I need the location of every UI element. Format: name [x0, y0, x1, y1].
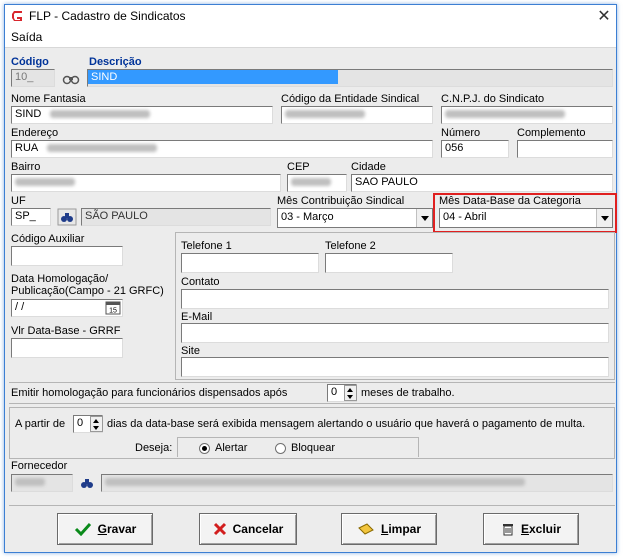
bairro-label: Bairro: [11, 161, 41, 173]
menu-bar: Saída: [5, 27, 616, 48]
cnpj-field[interactable]: [441, 106, 613, 124]
close-icon[interactable]: ✕: [595, 6, 613, 26]
data-homologacao-label-2: Publicação(Campo - 21 GRFC): [11, 285, 164, 297]
trash-icon: [502, 524, 513, 536]
limpar-label: Limpar: [380, 522, 422, 536]
mes-contribuicao-select[interactable]: 03 - Março: [277, 208, 433, 228]
redacted-text: [445, 110, 565, 119]
site-field[interactable]: [181, 357, 609, 377]
data-homologacao-label-1: Data Homologação/: [11, 273, 109, 285]
descricao-label: Descrição: [89, 56, 142, 68]
binoculars-icon[interactable]: [57, 208, 77, 226]
uf-label: UF: [11, 195, 26, 207]
checkmark-icon: [74, 522, 91, 536]
numero-label: Número: [441, 127, 481, 139]
alerta-prefix: A partir de: [15, 418, 66, 430]
fornecedor-label: Fornecedor: [11, 460, 68, 472]
homologacao-suffix: meses de trabalho.: [361, 387, 455, 399]
nome-fantasia-value: SIND: [15, 108, 42, 120]
bairro-field[interactable]: [11, 174, 281, 192]
highlight-box: [433, 193, 617, 233]
mes-contribuicao-value: 03 - Março: [281, 211, 334, 223]
numero-field[interactable]: 056: [441, 140, 509, 158]
redacted-text: [285, 110, 365, 119]
excluir-button[interactable]: Excluir: [483, 513, 579, 545]
calendar-icon[interactable]: 15: [105, 300, 121, 315]
codigo-entidade-field[interactable]: [281, 106, 433, 124]
codigo-entidade-label: Código da Entidade Sindical: [281, 93, 420, 105]
cep-field[interactable]: [287, 174, 347, 192]
redacted-text: [46, 144, 157, 153]
alerta-suffix: dias da data-base será exibida mensagem …: [107, 418, 586, 430]
site-label: Site: [181, 345, 200, 357]
codigo-field[interactable]: 10_: [11, 69, 55, 87]
cancelar-button[interactable]: Cancelar: [199, 513, 297, 545]
cancelar-label: Cancelar: [232, 522, 284, 536]
endereco-value: RUA: [15, 142, 38, 154]
uf-state-name-field: SÃO PAULO: [81, 208, 271, 226]
fornecedor-code-field[interactable]: [11, 474, 73, 492]
nome-fantasia-field[interactable]: SIND: [11, 106, 273, 124]
redacted-text: [15, 478, 45, 487]
telefone2-label: Telefone 2: [325, 240, 376, 252]
flp-logo-icon: [12, 11, 22, 21]
complemento-label: Complemento: [517, 127, 586, 139]
window-title: FLP - Cadastro de Sindicatos: [29, 9, 186, 23]
gravar-label: Gravar: [97, 522, 137, 536]
chevron-down-icon: [416, 209, 432, 227]
menu-item-saida[interactable]: Saída: [11, 30, 42, 44]
vlr-database-label: Vlr Data-Base - GRRF: [11, 325, 121, 337]
fornecedor-name-field: [101, 474, 613, 492]
redacted-text: [291, 178, 331, 187]
alertar-label: Alertar: [215, 442, 248, 454]
redacted-text: [105, 478, 525, 487]
complemento-field[interactable]: [517, 140, 613, 158]
homologacao-spinner[interactable]: [344, 385, 357, 401]
codigo-auxiliar-field[interactable]: [11, 246, 123, 266]
codigo-auxiliar-label: Código Auxiliar: [11, 233, 85, 245]
deseja-label: Deseja:: [135, 442, 173, 454]
alerta-spinner[interactable]: [90, 416, 103, 432]
endereco-label: Endereço: [11, 127, 59, 139]
telefone2-field[interactable]: [325, 253, 453, 273]
endereco-field[interactable]: RUA: [11, 140, 433, 158]
homologacao-prefix: Emitir homologação para funcionários dis…: [11, 387, 288, 399]
mes-contribuicao-label: Mês Contribuição Sindical: [277, 195, 405, 207]
redacted-text: [15, 178, 75, 187]
bloquear-label: Bloquear: [291, 442, 336, 454]
telefone1-label: Telefone 1: [181, 240, 232, 252]
vlr-database-field[interactable]: [11, 338, 123, 358]
bloquear-radio[interactable]: [275, 443, 286, 454]
redacted-text: [50, 110, 151, 119]
cep-label: CEP: [287, 161, 310, 173]
cidade-label: Cidade: [351, 161, 386, 173]
descricao-selected-text: SIND: [88, 70, 338, 84]
alertar-radio[interactable]: [199, 443, 210, 454]
gravar-button[interactable]: Gravar: [57, 513, 153, 545]
eraser-icon: [358, 523, 374, 535]
contato-label: Contato: [181, 276, 220, 288]
title-bar: FLP - Cadastro de Sindicatos ✕: [5, 5, 616, 27]
uf-field[interactable]: SP_: [11, 208, 51, 226]
excluir-label: Excluir: [520, 522, 562, 536]
codigo-label: Código: [11, 56, 49, 68]
limpar-button[interactable]: Limpar: [341, 513, 437, 545]
email-field[interactable]: [181, 323, 609, 343]
cnpj-label: C.N.P.J. do Sindicato: [441, 93, 545, 105]
contato-field[interactable]: [181, 289, 609, 309]
cancel-x-icon: [213, 522, 226, 536]
nome-fantasia-label: Nome Fantasia: [11, 93, 86, 105]
binoculars-icon[interactable]: [77, 474, 97, 492]
telefone1-field[interactable]: [181, 253, 319, 273]
search-binoculars-icon[interactable]: [61, 69, 81, 87]
email-label: E-Mail: [181, 311, 213, 323]
data-homologacao-value: / /: [15, 301, 25, 313]
svg-text:15: 15: [109, 308, 117, 315]
window: FLP - Cadastro de Sindicatos ✕ Saída Cód…: [4, 4, 617, 553]
cidade-field[interactable]: SAO PAULO: [351, 174, 613, 192]
descricao-field[interactable]: SIND: [87, 69, 613, 87]
